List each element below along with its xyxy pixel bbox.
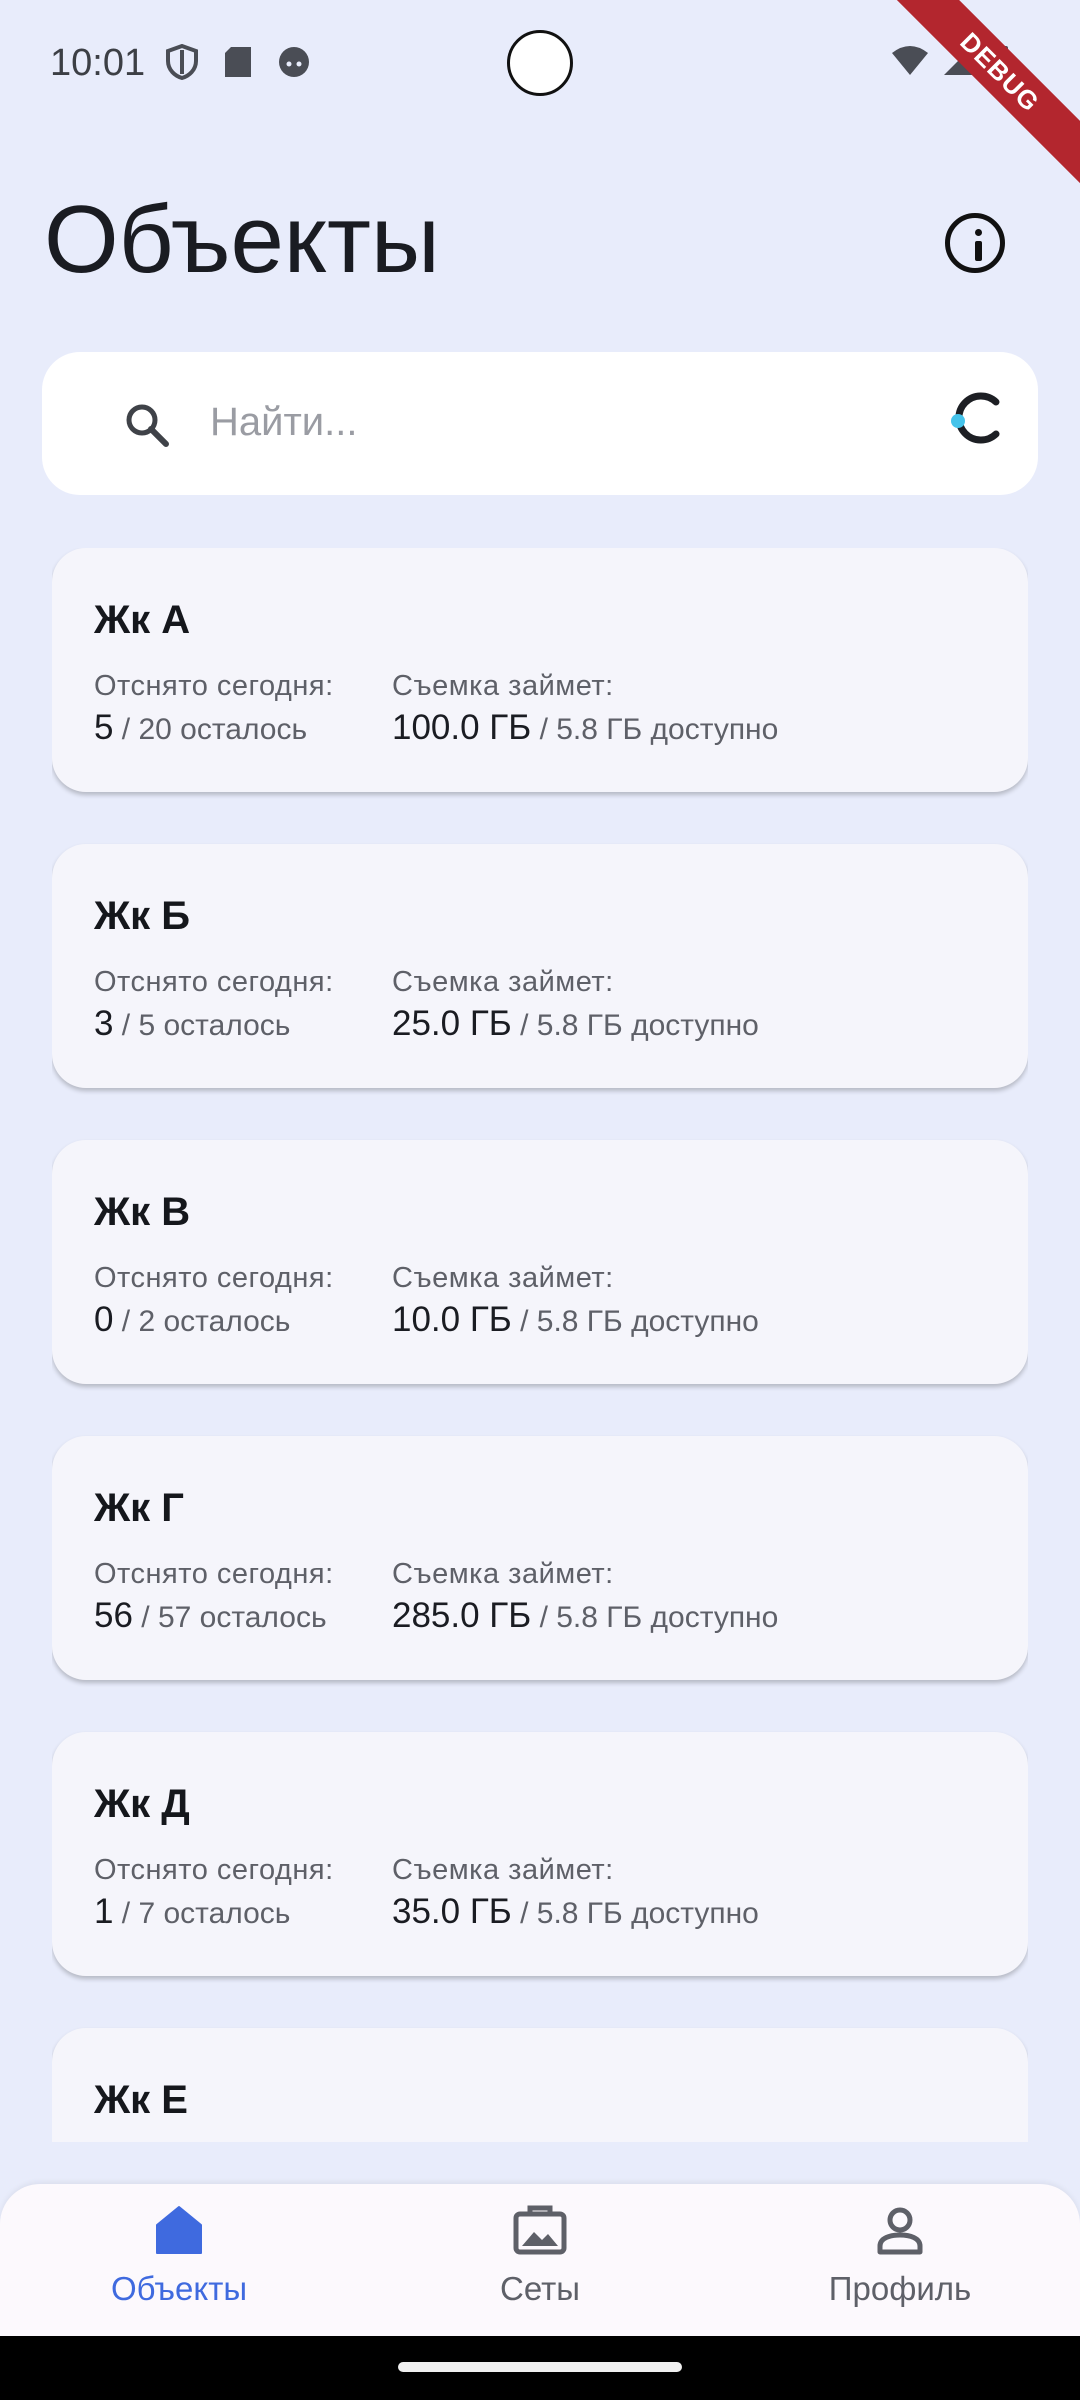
shoot-takes-label: Съемка займет:: [392, 1262, 614, 1294]
shot-today-value: 5 / 20 осталось: [94, 708, 307, 748]
shoot-size-value: 285.0 ГБ / 5.8 ГБ доступно: [392, 1596, 778, 1636]
shoot-takes-label: Съемка займет:: [392, 966, 614, 998]
shot-today-value: 3 / 5 осталось: [94, 1004, 290, 1044]
info-button[interactable]: [945, 213, 1005, 273]
object-name: Жк Г: [94, 1486, 184, 1530]
shot-today-label: Отснято сегодня:: [94, 1262, 334, 1294]
storage-available: / 5.8 ГБ доступно: [511, 1009, 759, 1042]
home-gesture-bar[interactable]: [398, 2362, 682, 2372]
shoot-size-value: 100.0 ГБ / 5.8 ГБ доступно: [392, 708, 778, 748]
storage-available: / 5.8 ГБ доступно: [511, 1897, 759, 1930]
shoot-size: 285.0 ГБ: [392, 1596, 532, 1635]
shot-today-value: 0 / 2 осталось: [94, 1300, 290, 1340]
object-name: Жк Б: [94, 894, 191, 938]
nav-item-objects[interactable]: Объекты: [59, 2204, 299, 2324]
shot-remaining: / 7 осталось: [113, 1897, 291, 1930]
shield-icon: [166, 44, 198, 80]
page-title: Объекты: [44, 186, 440, 293]
shoot-size: 100.0 ГБ: [392, 708, 532, 747]
bottom-nav: Объекты Сеты Профиль: [0, 2184, 1080, 2336]
status-bar: 10:01 DEBUG: [0, 0, 1080, 194]
shot-today-label: Отснято сегодня:: [94, 670, 334, 702]
storage-available: / 5.8 ГБ доступно: [531, 1601, 779, 1634]
shot-count: 56: [94, 1596, 133, 1635]
object-card[interactable]: Жк Г Отснято сегодня: Съемка займет: 56 …: [52, 1436, 1028, 1680]
home-icon: [156, 2206, 202, 2254]
camera-cutout: [507, 30, 573, 96]
shot-remaining: / 2 осталось: [113, 1305, 291, 1338]
search-icon: [126, 404, 169, 447]
shot-remaining: / 20 осталось: [113, 713, 308, 746]
shoot-takes-label: Съемка займет:: [392, 1558, 614, 1590]
status-left-icons: [165, 44, 311, 80]
object-card[interactable]: Жк Б Отснято сегодня: Съемка займет: 3 /…: [52, 844, 1028, 1088]
shot-remaining: / 57 осталось: [132, 1601, 327, 1634]
shoot-size-value: 25.0 ГБ / 5.8 ГБ доступно: [392, 1004, 759, 1044]
object-card[interactable]: Жк А Отснято сегодня: Съемка займет: 5 /…: [52, 548, 1028, 792]
shot-today-label: Отснято сегодня:: [94, 1854, 334, 1886]
shoot-size: 25.0 ГБ: [392, 1004, 512, 1043]
object-name: Жк Д: [94, 1782, 190, 1826]
object-name: Жк В: [94, 1190, 191, 1234]
shoot-size: 10.0 ГБ: [392, 1300, 512, 1339]
status-time: 10:01: [50, 42, 146, 84]
shot-count: 0: [94, 1300, 114, 1339]
nav-item-sets[interactable]: Сеты: [420, 2204, 660, 2324]
wifi-icon: [892, 46, 928, 75]
nav-label-profile: Профиль: [828, 2270, 972, 2307]
search-input[interactable]: [210, 392, 910, 452]
object-card[interactable]: Жк В Отснято сегодня: Съемка займет: 0 /…: [52, 1140, 1028, 1384]
image-icon: [513, 2205, 567, 2255]
shot-today-label: Отснято сегодня:: [94, 1558, 334, 1590]
shot-count: 5: [94, 708, 114, 747]
shot-today-value: 56 / 57 осталось: [94, 1596, 327, 1636]
nav-label-objects: Объекты: [110, 2270, 248, 2307]
shoot-takes-label: Съемка займет:: [392, 1854, 614, 1886]
object-card[interactable]: Жк Д Отснято сегодня: Съемка займет: 1 /…: [52, 1732, 1028, 1976]
storage-available: / 5.8 ГБ доступно: [531, 713, 779, 746]
sd-card-icon: [225, 47, 251, 77]
face-icon: [279, 47, 309, 77]
shoot-size-value: 10.0 ГБ / 5.8 ГБ доступно: [392, 1300, 759, 1340]
shot-remaining: / 5 осталось: [113, 1009, 291, 1042]
loading-spinner-icon: [951, 392, 1000, 444]
screen: 10:01 DEBUG Объекты Найти... Жк А Отснят…: [0, 0, 1080, 2400]
shot-count: 1: [94, 1892, 114, 1931]
shot-count: 3: [94, 1004, 114, 1043]
object-card[interactable]: Жк Е: [52, 2028, 1028, 2142]
object-name: Жк А: [94, 598, 191, 642]
shot-today-value: 1 / 7 осталось: [94, 1892, 290, 1932]
object-name: Жк Е: [94, 2078, 188, 2122]
object-list[interactable]: Жк А Отснято сегодня: Съемка займет: 5 /…: [52, 548, 1028, 2142]
shot-today-label: Отснято сегодня:: [94, 966, 334, 998]
person-icon: [877, 2207, 923, 2255]
storage-available: / 5.8 ГБ доступно: [511, 1305, 759, 1338]
search-box[interactable]: [42, 352, 1038, 495]
debug-ribbon: DEBUG: [878, 0, 1080, 194]
shoot-takes-label: Съемка займет:: [392, 670, 614, 702]
system-gesture-area: [0, 2336, 1080, 2400]
shoot-size-value: 35.0 ГБ / 5.8 ГБ доступно: [392, 1892, 759, 1932]
shoot-size: 35.0 ГБ: [392, 1892, 512, 1931]
nav-label-sets: Сеты: [500, 2270, 580, 2307]
nav-item-profile[interactable]: Профиль: [780, 2204, 1020, 2324]
